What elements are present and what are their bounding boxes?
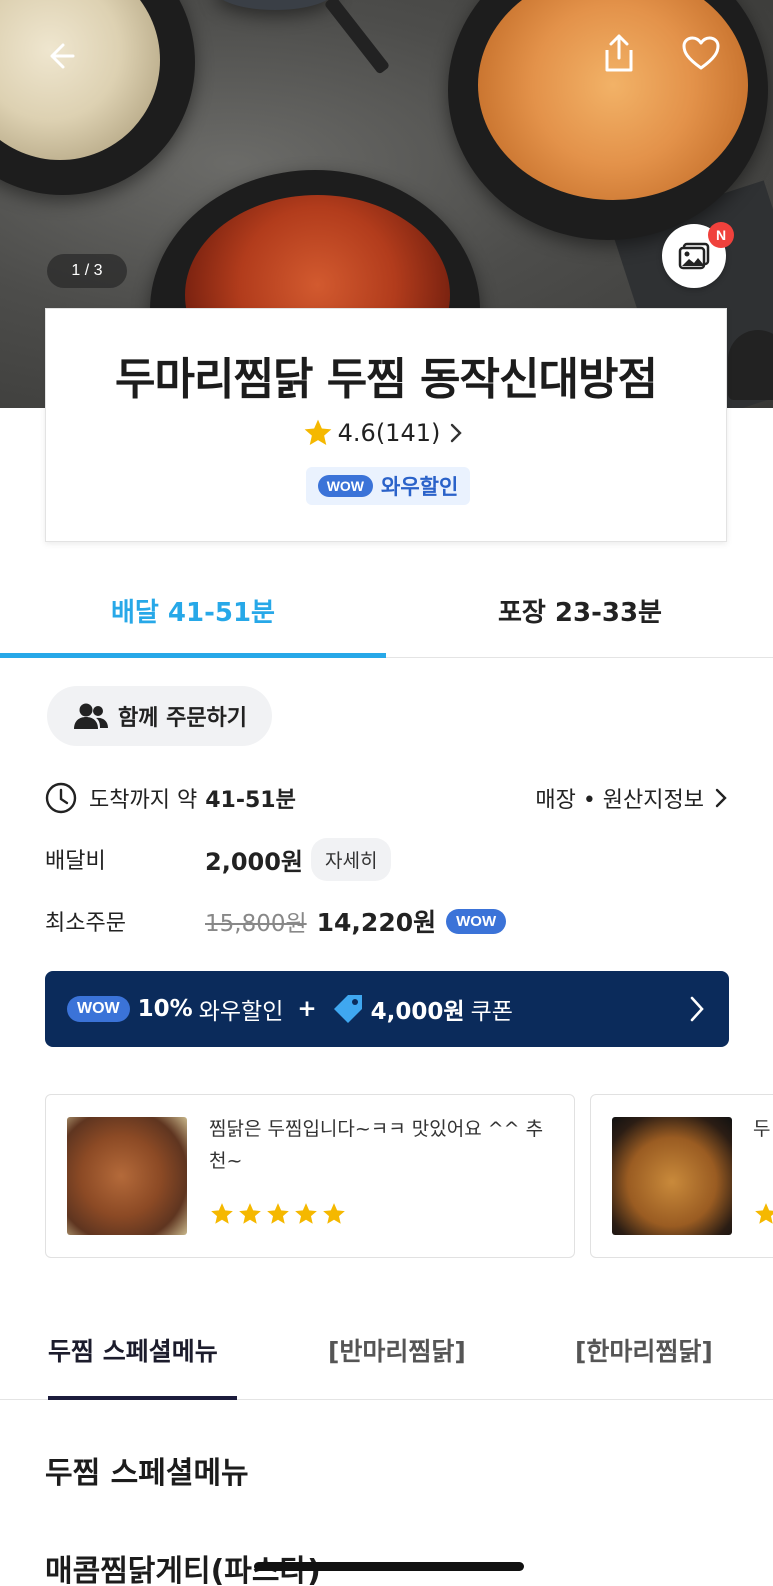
dish-plate (215, 0, 335, 10)
new-badge: N (708, 222, 734, 248)
group-order-label: 함께 주문하기 (117, 706, 248, 731)
store-origin-info-label: 매장 • 원산지정보 (535, 788, 704, 813)
wow-badge: WOW (446, 908, 507, 934)
menu-category-tabs: 두찜 스페셜메뉴 [반마리찜닭] [한마리찜닭] (0, 1306, 773, 1400)
promo-plus: + (297, 996, 317, 1022)
chevron-right-icon (451, 423, 463, 443)
active-tab-indicator (0, 653, 386, 658)
tab-delivery[interactable]: 배달 41-51분 (0, 562, 386, 658)
star-icon (304, 419, 331, 445)
arrival-time-row: 도착까지 약 41-51분 매장 • 원산지정보 (45, 778, 730, 818)
rating-value: 4.6 (337, 419, 376, 447)
favorite-button[interactable] (678, 30, 724, 76)
store-name: 두마리찜닭 두찜 동작신대방점 (115, 354, 658, 405)
chevron-right-icon (690, 996, 704, 1022)
min-order-original-price: 15,800원 (205, 911, 307, 937)
back-button[interactable] (38, 34, 82, 78)
coupon-tag-icon (333, 995, 362, 1023)
promo-coupon-amount: 4,000원 (370, 999, 465, 1025)
menu-tab-half-jjimdak[interactable]: [반마리찜닭] (328, 1332, 466, 1368)
review-card[interactable]: 찜닭은 두찜입니다~ㅋㅋ 맛있어요 ^^ 추천~ (45, 1094, 575, 1258)
promo-discount-percent: 10% (137, 996, 193, 1022)
min-order-label: 최소주문 (45, 911, 126, 936)
active-menu-tab-indicator (48, 1396, 237, 1400)
promo-banner[interactable]: WOW 10% 와우할인 + 4,000원 쿠폰 (45, 971, 729, 1047)
star-icon (323, 1203, 345, 1224)
heart-icon (682, 36, 720, 70)
arrow-left-icon (50, 43, 75, 69)
menu-tab-whole-jjimdak[interactable]: [한마리찜닭] (575, 1332, 713, 1368)
store-origin-info-link[interactable]: 매장 • 원산지정보 (535, 778, 730, 818)
review-text: 두 갈 (753, 1118, 773, 1140)
wow-badge: WOW (67, 996, 130, 1022)
menu-section-title: 두찜 스페셜메뉴 (45, 1456, 249, 1491)
star-icon (267, 1203, 289, 1224)
review-text: 찜닭은 두찜입니다~ㅋㅋ 맛있어요 ^^ 추천~ (209, 1118, 544, 1172)
home-indicator[interactable] (254, 1562, 524, 1571)
wow-discount-pill: WOW 와우할인 (306, 467, 470, 505)
share-button[interactable] (596, 30, 642, 76)
promo-discount-label: 와우할인 (198, 999, 284, 1025)
store-info-card: 두마리찜닭 두찜 동작신대방점 4.6 (141) WOW 와우할인 (45, 308, 727, 542)
people-icon (73, 703, 108, 729)
review-photo (67, 1117, 187, 1235)
image-page-indicator: 1 / 3 (47, 254, 127, 288)
star-icon (211, 1203, 233, 1224)
tongs-image (323, 0, 391, 75)
delivery-fee-row: 배달비 2,000원 자세히 (45, 836, 730, 882)
min-order-row: 최소주문 15,800원 14,220원 WOW (45, 898, 730, 944)
delivery-fee-detail-button[interactable]: 자세히 (311, 837, 392, 881)
review-stars (753, 1201, 773, 1227)
star-icon (295, 1203, 317, 1224)
review-photo (612, 1117, 732, 1235)
rating-link[interactable]: 4.6 (141) (46, 417, 726, 449)
arrival-time-value: 41-51분 (205, 788, 296, 813)
wow-badge: WOW (317, 475, 374, 497)
min-order-discounted-price: 14,220원 (316, 908, 437, 937)
order-type-tabs: 배달 41-51분 포장 23-33분 (0, 562, 773, 658)
review-stars (209, 1201, 347, 1227)
review-card[interactable]: 두 갈 (590, 1094, 773, 1258)
delivery-fee-value: 2,000원 (205, 847, 303, 876)
glass-image (728, 330, 773, 400)
group-order-button[interactable]: 함께 주문하기 (47, 686, 272, 746)
photo-gallery-icon (678, 242, 710, 270)
wow-discount-label: 와우할인 (381, 475, 459, 499)
tab-pickup[interactable]: 포장 23-33분 (387, 562, 773, 658)
menu-tab-special[interactable]: 두찜 스페셜메뉴 (48, 1332, 218, 1368)
review-count: (141) (375, 419, 441, 447)
star-icon (239, 1203, 261, 1224)
share-icon (605, 34, 633, 72)
chevron-right-icon (715, 788, 727, 808)
clock-icon (45, 782, 77, 814)
delivery-fee-label: 배달비 (45, 849, 106, 874)
arrival-label: 도착까지 약 (89, 788, 198, 813)
star-icon (755, 1203, 773, 1224)
promo-coupon-label: 쿠폰 (470, 999, 513, 1025)
